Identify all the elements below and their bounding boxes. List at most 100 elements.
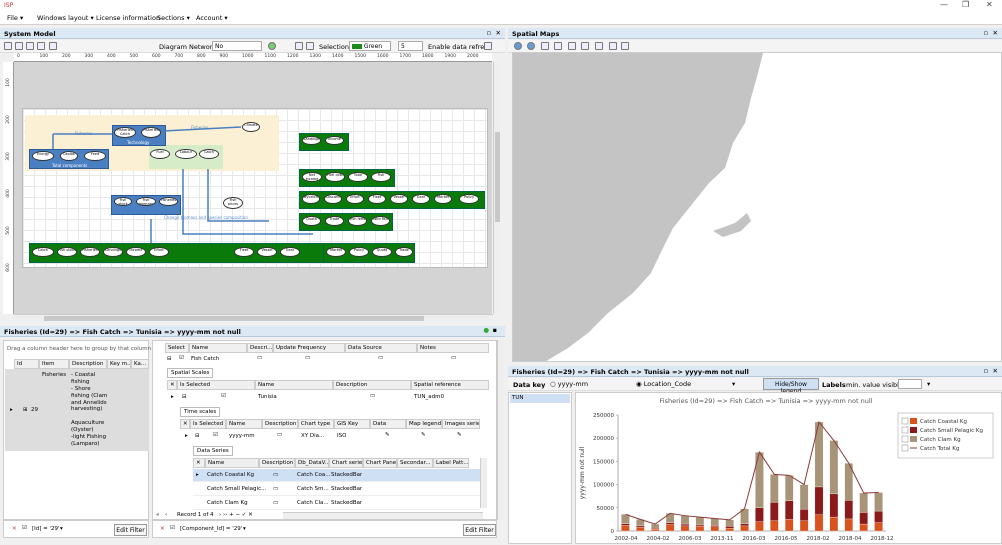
menu-account[interactable]: Account ▾: [196, 14, 228, 22]
diagram-network-select[interactable]: No: [212, 41, 262, 51]
column-is-selected[interactable]: Is Selected: [177, 380, 255, 390]
diagram-node[interactable]: Wild fish: [371, 216, 390, 226]
column-description[interactable]: Description: [259, 458, 295, 468]
diagram-node[interactable]: Fish feed: [348, 216, 367, 226]
collapse-icon[interactable]: ⊟: [167, 356, 172, 362]
panel-float-icon[interactable]: ▫: [984, 29, 988, 37]
diagram-node[interactable]: Total: [348, 172, 368, 182]
menu-file[interactable]: File ▾: [7, 14, 23, 22]
diagram-node[interactable]: Fleet: [368, 194, 386, 204]
diagram-node[interactable]: Effort: [149, 247, 169, 257]
diagram-node[interactable]: Bycatch: [302, 194, 320, 204]
diagram-node[interactable]: Effort: [346, 194, 364, 204]
diagram-node[interactable]: Fuel cost: [325, 172, 345, 182]
zoom-out-icon[interactable]: [15, 42, 23, 50]
diagram-node[interactable]: Quota: [302, 216, 321, 226]
series-scrollbar[interactable]: [480, 458, 487, 508]
column-update-frequency[interactable]: Update Frequency: [273, 343, 345, 353]
diagram-node[interactable]: Quota: [372, 247, 392, 257]
panel-close-icon[interactable]: ✕: [496, 29, 501, 37]
images-edit-icon[interactable]: ✎: [457, 432, 462, 438]
diagram-vertical-scrollbar[interactable]: [493, 62, 500, 314]
pan-icon[interactable]: [595, 42, 603, 50]
diagram-node[interactable]: Fish stock: [114, 197, 132, 206]
column-chart-type[interactable]: Chart type: [298, 419, 334, 429]
labels-label[interactable]: Labels: [822, 381, 846, 389]
diagram-node[interactable]: Gear: [412, 194, 430, 204]
diagram-node[interactable]: Fleet: [234, 247, 254, 257]
column-item[interactable]: Item: [39, 359, 69, 369]
map-legend-edit-icon[interactable]: ✎: [421, 432, 426, 438]
column-map-legend[interactable]: Map legend: [406, 419, 442, 429]
column-is-selected[interactable]: Is Selected: [190, 419, 226, 429]
diagram-node[interactable]: Fisheries: [159, 197, 178, 206]
edit-filter-button[interactable]: Edit Filter: [463, 524, 496, 536]
expand-icon[interactable]: ▸: [171, 394, 174, 400]
filter-dropdown-icon[interactable]: ▾: [60, 526, 63, 532]
column-description[interactable]: Description: [69, 359, 107, 369]
spatial-close-icon[interactable]: ✕: [167, 380, 177, 390]
panel-close-icon[interactable]: ✕: [993, 367, 998, 375]
time-close-icon[interactable]: ✕: [180, 419, 190, 429]
diagram-horizontal-scrollbar[interactable]: [14, 314, 493, 321]
diagram-node[interactable]: Net income: [302, 172, 322, 182]
data-edit-icon[interactable]: ✎: [385, 432, 390, 438]
column-images-serie[interactable]: Images serie: [442, 419, 480, 429]
map-home-icon[interactable]: [514, 42, 522, 50]
diagram-node[interactable]: Policy: [459, 194, 479, 204]
refresh-icon[interactable]: [268, 42, 276, 50]
radio-yyyy-mm[interactable]: ○ yyyy-mm: [550, 380, 588, 388]
expand-icon[interactable]: ▸: [10, 407, 13, 413]
radio-location-code[interactable]: ◉ Location_Code: [636, 380, 691, 388]
column-name[interactable]: Name: [226, 419, 262, 429]
select-checkbox[interactable]: ☑: [179, 355, 184, 361]
diagram-node[interactable]: Fish biomass: [136, 197, 156, 206]
data-key-item[interactable]: TUN: [510, 394, 570, 403]
map-back-icon[interactable]: [527, 42, 535, 50]
column-name[interactable]: Name: [189, 343, 247, 353]
is-selected-checkbox[interactable]: ☑: [213, 432, 218, 438]
series-row[interactable]: Catch Small Pelagic... ▭ Catch Sm... Stacke…: [193, 483, 480, 496]
column-id[interactable]: Id: [14, 359, 39, 369]
row-plus-icon[interactable]: ⊞: [23, 407, 28, 413]
column-chart-pane[interactable]: Chart Pane: [363, 458, 397, 468]
column-select[interactable]: Select: [165, 343, 189, 353]
column-description[interactable]: Description: [333, 380, 411, 390]
diagram-node[interactable]: Landings: [103, 247, 123, 257]
diagram-node[interactable]: Income: [126, 247, 146, 257]
column-secondary[interactable]: Secondar...: [397, 458, 433, 468]
update-frequency-icon[interactable]: ▭: [305, 355, 310, 361]
spatial-map[interactable]: [512, 52, 1002, 362]
diagram-node[interactable]: Fish stock: [57, 247, 77, 257]
clear-filter-icon[interactable]: ✕: [12, 526, 17, 532]
column-gis-key[interactable]: GIS Key: [334, 419, 370, 429]
column-notes[interactable]: Notes: [417, 343, 489, 353]
grid-icon[interactable]: [295, 42, 303, 50]
diagram-node[interactable]: Vessel: [390, 194, 408, 204]
diagram-node[interactable]: Catch: [32, 247, 54, 257]
diagram-node[interactable]: Landings: [302, 136, 321, 145]
tab-time-scales[interactable]: Time scales: [180, 407, 221, 417]
column-db-data[interactable]: Db_DataV...: [295, 458, 329, 468]
column-name[interactable]: Name: [255, 380, 333, 390]
edit-filter-button[interactable]: Edit Filter: [114, 524, 147, 536]
export-icon[interactable]: [37, 42, 45, 50]
close-icon[interactable]: ✕: [986, 0, 993, 9]
diagram-node[interactable]: Trade: [395, 247, 413, 257]
series-row[interactable]: Catch Clam Kg ▭ Catch Cla... StackedBar: [193, 497, 480, 510]
diagram-node[interactable]: Policy: [349, 247, 369, 257]
is-selected-checkbox[interactable]: ☑: [221, 393, 226, 399]
column-chart-series[interactable]: Chart series: [329, 458, 363, 468]
zoom-in-icon[interactable]: [568, 42, 576, 50]
print-icon[interactable]: [49, 42, 57, 50]
column-data[interactable]: Data: [370, 419, 406, 429]
selection-color-select[interactable]: Green: [349, 41, 391, 51]
menu-license-information[interactable]: License information: [96, 14, 160, 22]
export-icon[interactable]: [554, 42, 562, 50]
nav-first-icon[interactable]: «: [156, 512, 159, 518]
column-name[interactable]: Name: [205, 458, 259, 468]
tab-spatial-scales[interactable]: Spatial Scales: [167, 368, 214, 378]
min-value-dropdown-icon[interactable]: ▾: [927, 380, 930, 388]
save-icon[interactable]: ▪: [493, 326, 497, 334]
column-ka[interactable]: Ka...: [131, 359, 149, 369]
